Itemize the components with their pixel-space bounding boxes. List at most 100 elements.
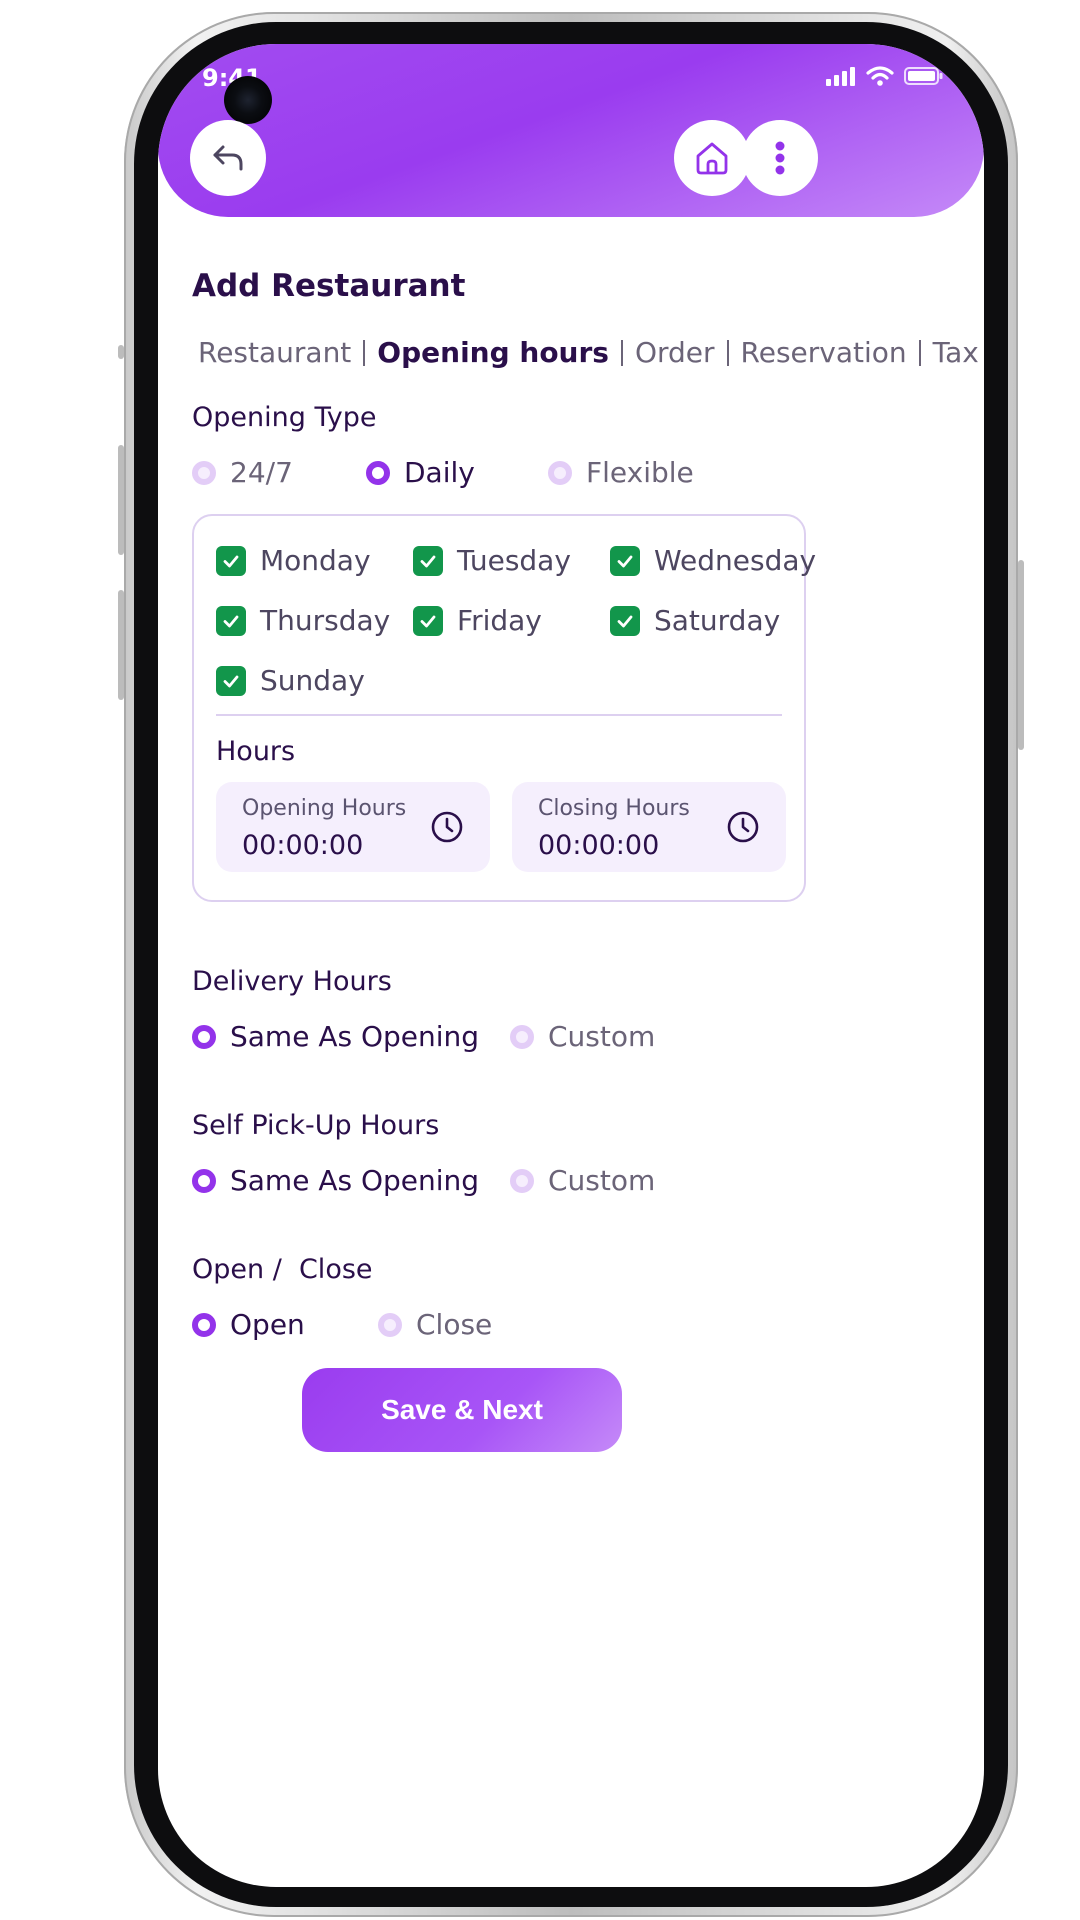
opening-type-label: Opening Type — [192, 402, 377, 433]
tab-opening-hours[interactable]: Opening hours — [377, 336, 609, 369]
closing-hours-label: Closing Hours — [538, 796, 690, 821]
radio-label: Custom — [548, 1020, 656, 1053]
radio-label: Same As Opening — [230, 1020, 480, 1053]
open-close-label: Open / Close — [192, 1254, 373, 1285]
more-options-button[interactable] — [742, 120, 818, 196]
more-vertical-icon — [775, 141, 785, 175]
signal-icon — [826, 67, 855, 86]
checkbox-saturday[interactable]: Saturday — [610, 604, 780, 637]
radio-flexible[interactable]: Flexible — [548, 456, 694, 489]
days-card: Monday Tuesday Wednesday Thursday Friday — [192, 514, 816, 902]
front-camera — [224, 76, 272, 124]
radio-daily[interactable]: Daily — [366, 456, 475, 489]
checkbox-indicator — [216, 665, 246, 696]
tab-tax[interactable]: Tax — [933, 336, 979, 369]
checkbox-label: Monday — [260, 544, 371, 577]
self-pickup-hours-radio-group: Same As Opening Custom — [192, 1164, 792, 1204]
opening-hours-field[interactable]: Opening Hours 00:00:00 — [216, 782, 490, 872]
radio-label: Flexible — [586, 456, 694, 489]
radio-indicator — [366, 460, 390, 485]
clock-icon — [727, 811, 759, 843]
checkbox-friday[interactable]: Friday — [413, 604, 542, 637]
radio-indicator — [192, 1168, 216, 1193]
radio-indicator — [510, 1168, 534, 1193]
checkbox-label: Friday — [457, 604, 542, 637]
closing-hours-value: 00:00:00 — [538, 830, 660, 861]
checkbox-tuesday[interactable]: Tuesday — [413, 544, 571, 577]
radio-label: 24/7 — [230, 456, 293, 489]
delivery-hours-radio-group: Same As Opening Custom — [192, 1020, 792, 1060]
checkbox-indicator — [413, 545, 443, 576]
tab-separator — [363, 339, 366, 366]
radio-indicator — [192, 1312, 216, 1337]
tab-order[interactable]: Order — [635, 336, 715, 369]
save-next-button[interactable]: Save & Next — [302, 1368, 622, 1452]
check-icon — [617, 615, 633, 627]
radio-pickup-same-as-opening[interactable]: Same As Opening — [192, 1164, 479, 1197]
radio-close[interactable]: Close — [378, 1308, 492, 1341]
phone-screen: 9:41 Add Restaurant Restaurant Opening h… — [158, 44, 984, 1887]
wifi-icon — [866, 66, 894, 86]
tab-reservation[interactable]: Reservation — [741, 336, 907, 369]
tab-separator — [726, 339, 729, 366]
tab-separator — [620, 339, 623, 366]
phone-side-button — [118, 445, 124, 555]
phone-side-button — [118, 590, 124, 700]
radio-label: Open — [230, 1308, 305, 1341]
phone-side-button — [118, 345, 124, 359]
checkbox-wednesday[interactable]: Wednesday — [610, 544, 816, 577]
back-button[interactable] — [190, 120, 266, 196]
checkbox-label: Sunday — [260, 664, 365, 697]
check-icon — [420, 615, 436, 627]
check-icon — [223, 615, 239, 627]
opening-hours-label: Opening Hours — [242, 796, 407, 821]
radio-delivery-custom[interactable]: Custom — [510, 1020, 655, 1053]
radio-delivery-same-as-opening[interactable]: Same As Opening — [192, 1020, 479, 1053]
tab-separator — [918, 339, 921, 366]
check-icon — [420, 555, 436, 567]
delivery-hours-label: Delivery Hours — [192, 966, 392, 997]
radio-open[interactable]: Open — [192, 1308, 305, 1341]
card-divider — [216, 714, 782, 716]
check-icon — [223, 555, 239, 567]
check-icon — [617, 555, 633, 567]
checkbox-monday[interactable]: Monday — [216, 544, 371, 577]
radio-pickup-custom[interactable]: Custom — [510, 1164, 655, 1197]
checkbox-indicator — [610, 545, 640, 576]
checkbox-indicator — [216, 545, 246, 576]
hours-label: Hours — [216, 736, 296, 767]
self-pickup-hours-label: Self Pick-Up Hours — [192, 1110, 440, 1141]
phone-side-button — [1018, 560, 1024, 750]
status-icons — [826, 66, 944, 86]
home-button[interactable] — [674, 120, 750, 196]
radio-label: Same As Opening — [230, 1164, 480, 1197]
radio-24-7[interactable]: 24/7 — [192, 456, 293, 489]
radio-indicator — [548, 460, 572, 485]
checkbox-thursday[interactable]: Thursday — [216, 604, 390, 637]
open-close-radio-group: Open Close — [192, 1308, 792, 1348]
radio-indicator — [192, 1024, 216, 1049]
radio-label: Close — [416, 1308, 493, 1341]
checkbox-label: Saturday — [654, 604, 781, 637]
opening-type-radio-group: 24/7 Daily Flexible — [192, 456, 792, 496]
home-icon — [696, 142, 728, 175]
radio-label: Daily — [404, 456, 475, 489]
checkbox-indicator — [216, 605, 246, 636]
checkbox-indicator — [413, 605, 443, 636]
opening-hours-value: 00:00:00 — [242, 830, 364, 861]
checkbox-label: Tuesday — [457, 544, 571, 577]
checkbox-label: Thursday — [260, 604, 391, 637]
clock-icon — [431, 811, 463, 843]
checkbox-sunday[interactable]: Sunday — [216, 664, 365, 697]
check-icon — [223, 675, 239, 687]
battery-icon — [904, 67, 943, 85]
step-tabs: Restaurant Opening hours Order Reservati… — [198, 336, 979, 369]
radio-indicator — [510, 1024, 534, 1049]
radio-indicator — [378, 1312, 402, 1337]
checkbox-label: Wednesday — [654, 544, 817, 577]
checkbox-indicator — [610, 605, 640, 636]
tab-restaurant[interactable]: Restaurant — [198, 336, 351, 369]
app-header: 9:41 — [158, 44, 984, 217]
radio-indicator — [192, 460, 216, 485]
closing-hours-field[interactable]: Closing Hours 00:00:00 — [512, 782, 786, 872]
